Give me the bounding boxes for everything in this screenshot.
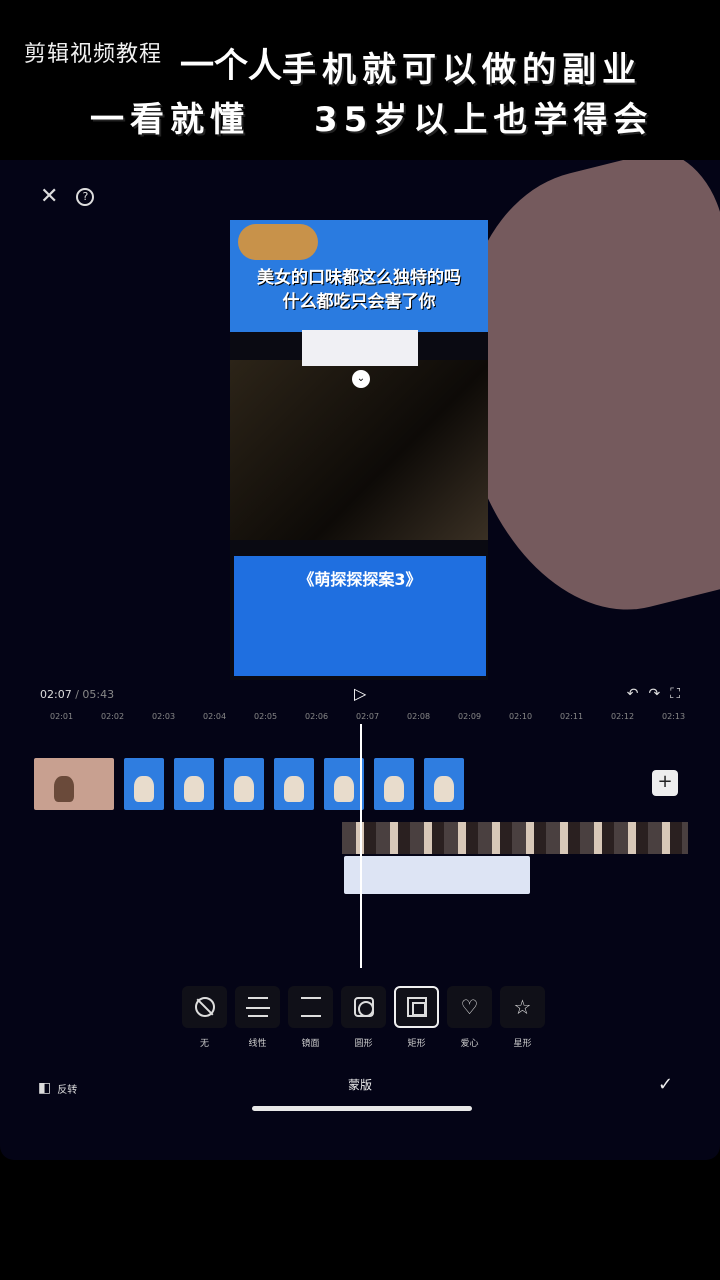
ruler-tick: 02:10 bbox=[509, 712, 533, 721]
mask-rect-button[interactable] bbox=[394, 986, 439, 1028]
mask-tool-label: 镜面 bbox=[301, 1039, 320, 1049]
clip-thumbnail[interactable] bbox=[274, 758, 314, 810]
caption-line2: 什么都吃只会害了你 bbox=[282, 292, 436, 312]
mask-tool-label: 矩形 bbox=[407, 1039, 426, 1049]
preview-bottom-banner: 《萌探探探案3》 bbox=[234, 556, 486, 676]
none-icon bbox=[194, 997, 215, 1017]
phone-screen: ✕ ? 美女的口味都这么独特的吗 什么都吃只会害了你 ⌄ 《萌探探探案3》 02… bbox=[0, 160, 720, 1160]
clip-thumbnail[interactable] bbox=[224, 758, 264, 810]
undo-icon[interactable]: ↶ bbox=[627, 686, 639, 702]
mask-none-button[interactable] bbox=[182, 986, 227, 1028]
star-icon: ☆ bbox=[513, 995, 532, 1019]
time-display: 02:07 / 05:43 bbox=[40, 688, 114, 701]
top-icons: ✕ ? bbox=[40, 184, 95, 209]
current-time: 02:07 bbox=[40, 688, 72, 701]
mask-tool-label: 圆形 bbox=[354, 1039, 373, 1049]
clip-thumbnail[interactable] bbox=[324, 758, 364, 810]
redo-icon[interactable]: ↷ bbox=[648, 686, 660, 702]
time-row: 02:07 / 05:43 ▷ ↶ ↷ ⛶ bbox=[40, 684, 680, 708]
ruler-tick: 02:13 bbox=[662, 712, 686, 721]
preview-caption: 美女的口味都这么独特的吗 什么都吃只会害了你 bbox=[230, 266, 488, 314]
clip-thumbnail[interactable] bbox=[424, 758, 464, 810]
mask-overlay[interactable] bbox=[302, 330, 418, 366]
ruler-tick: 02:01 bbox=[50, 712, 74, 721]
cartoon-sticker bbox=[238, 224, 318, 260]
mask-tool-label: 爱心 bbox=[460, 1039, 479, 1049]
mask-toolbar: ♡ ☆ bbox=[182, 986, 545, 1028]
control-icons: ↶ ↷ ⛶ bbox=[627, 686, 680, 702]
headline-prefix: 一个人 bbox=[180, 46, 282, 86]
close-icon[interactable]: ✕ bbox=[40, 184, 58, 209]
ruler-tick: 02:12 bbox=[611, 712, 635, 721]
selected-overlay-clip[interactable] bbox=[344, 856, 530, 894]
play-icon[interactable]: ▷ bbox=[354, 684, 366, 703]
confirm-icon[interactable]: ✓ bbox=[658, 1074, 673, 1095]
clip-thumbnail[interactable] bbox=[124, 758, 164, 810]
ruler-tick: 02:11 bbox=[560, 712, 584, 721]
help-icon[interactable]: ? bbox=[76, 187, 95, 206]
mask-circle-button[interactable] bbox=[341, 986, 386, 1028]
headline-line1: 手机就可以做的副业 bbox=[282, 50, 642, 90]
mask-tool-label: 星形 bbox=[513, 1039, 532, 1049]
fullscreen-icon[interactable]: ⛶ bbox=[670, 686, 680, 702]
caption-line1: 美女的口味都这么独特的吗 bbox=[257, 268, 461, 288]
playhead[interactable] bbox=[360, 724, 362, 968]
linear-icon bbox=[245, 997, 270, 1017]
bottom-title: 《萌探探探案3》 bbox=[298, 570, 422, 589]
ruler-tick: 02:06 bbox=[305, 712, 329, 721]
home-indicator[interactable] bbox=[252, 1106, 472, 1111]
overlay-title-area: 剪辑视频教程 一个人 手机就可以做的副业 一看就懂 35岁以上也学得会 bbox=[0, 0, 720, 140]
ruler-tick: 02:07 bbox=[356, 712, 380, 721]
video-preview[interactable]: 美女的口味都这么独特的吗 什么都吃只会害了你 ⌄ 《萌探探探案3》 bbox=[230, 220, 488, 680]
ruler-tick: 02:05 bbox=[254, 712, 278, 721]
circle-icon bbox=[353, 997, 374, 1017]
ruler-tick: 02:03 bbox=[152, 712, 176, 721]
heart-icon: ♡ bbox=[460, 995, 479, 1019]
ruler-tick: 02:04 bbox=[203, 712, 227, 721]
mask-toolbar-labels: 无 线性 镜面 圆形 矩形 爱心 星形 bbox=[182, 1036, 545, 1049]
mask-tool-label: 线性 bbox=[248, 1039, 267, 1049]
mask-linear-button[interactable] bbox=[235, 986, 280, 1028]
preview-top-banner: 美女的口味都这么独特的吗 什么都吃只会害了你 bbox=[230, 220, 488, 332]
add-clip-button[interactable]: + bbox=[652, 770, 678, 796]
panel-title: 蒙版 bbox=[347, 1078, 372, 1092]
main-video-track[interactable] bbox=[34, 758, 484, 810]
mask-mirror-button[interactable] bbox=[288, 986, 333, 1028]
mirror-icon bbox=[300, 997, 321, 1017]
headline-line2a: 一看就懂 bbox=[90, 100, 250, 140]
ruler-tick: 02:02 bbox=[101, 712, 125, 721]
mask-tool-label: 无 bbox=[199, 1039, 209, 1049]
time-separator: / bbox=[71, 688, 83, 701]
bottom-bar: ◧ 反转 蒙版 ✓ bbox=[0, 1070, 720, 1110]
overlay-video-track[interactable] bbox=[342, 822, 688, 854]
ruler-tick: 02:09 bbox=[458, 712, 482, 721]
watermark: 剪辑视频教程 bbox=[24, 42, 163, 67]
total-time: 05:43 bbox=[82, 688, 115, 701]
mask-handle-icon[interactable]: ⌄ bbox=[352, 370, 370, 388]
ruler-tick: 02:08 bbox=[407, 712, 431, 721]
clip-thumbnail[interactable] bbox=[174, 758, 214, 810]
headline-line2b: 35岁以上也学得会 bbox=[314, 100, 654, 140]
rect-icon bbox=[406, 997, 427, 1017]
mask-heart-button[interactable]: ♡ bbox=[447, 986, 492, 1028]
clip-thumbnail[interactable] bbox=[34, 758, 114, 810]
mask-star-button[interactable]: ☆ bbox=[500, 986, 545, 1028]
clip-thumbnail[interactable] bbox=[374, 758, 414, 810]
